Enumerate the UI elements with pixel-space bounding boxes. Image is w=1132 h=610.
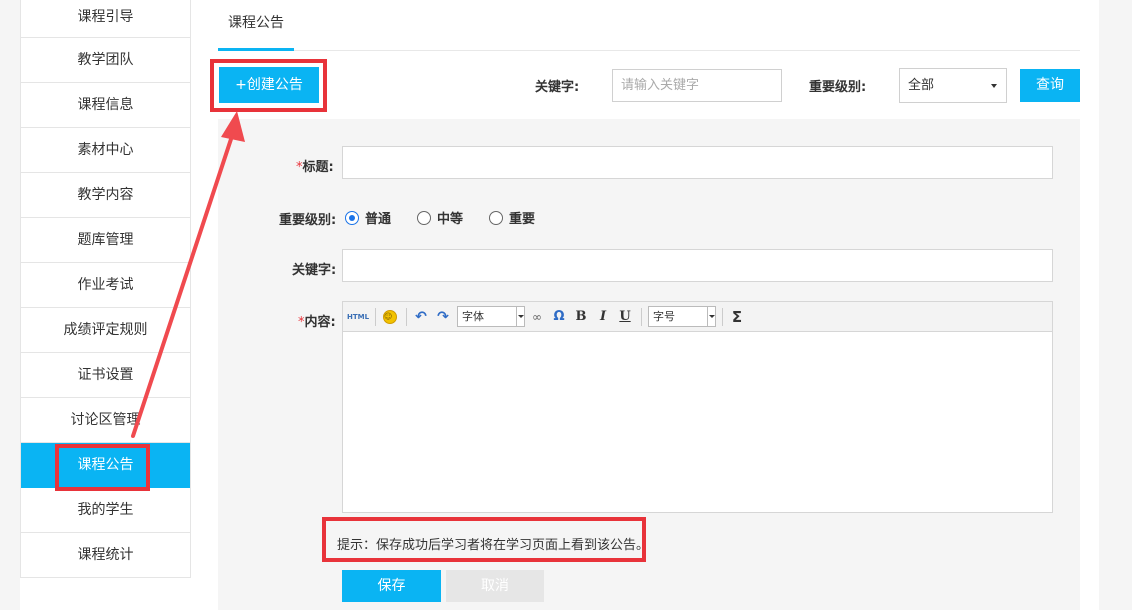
sidebar-item-teaching-team[interactable]: 教学团队 (21, 38, 190, 83)
emoji-icon: ☺ (383, 309, 397, 324)
create-announcement-button[interactable]: +创建公告 (219, 67, 319, 103)
sidebar-item-label: 成绩评定规则 (63, 322, 148, 338)
sidebar-item-course-guide[interactable]: 课程引导 (21, 0, 190, 38)
sidebar-item-label: 课程引导 (77, 9, 134, 25)
sidebar-item-label: 题库管理 (77, 232, 134, 248)
sidebar-item-teaching-content[interactable]: 教学内容 (21, 173, 190, 218)
hint-text: 提示：保存成功后学习者将在学习页面上看到该公告。 (337, 538, 650, 553)
font-size-select[interactable]: 字号 (648, 306, 716, 327)
sidebar-item-label: 素材中心 (77, 142, 134, 158)
sidebar-item-my-students[interactable]: 我的学生 (21, 488, 190, 533)
sidebar-item-label: 作业考试 (77, 277, 134, 293)
editor-toolbar: HTML ☺ ↶ ↷ 字体 ∞ Ω B I U 字号 Σ (343, 302, 1052, 332)
title-label: *标题: (296, 160, 334, 175)
sidebar-item-discussion[interactable]: 讨论区管理 (21, 398, 190, 443)
toolbar-divider (375, 307, 376, 326)
toolbar-divider (641, 307, 642, 326)
toolbar-divider (406, 307, 407, 326)
sidebar-item-label: 讨论区管理 (70, 412, 141, 428)
content-label: *内容: (298, 315, 336, 330)
font-family-select[interactable]: 字体 (457, 306, 525, 327)
rich-text-editor: HTML ☺ ↶ ↷ 字体 ∞ Ω B I U 字号 Σ (342, 301, 1053, 513)
sidebar-item-certificate[interactable]: 证书设置 (21, 353, 190, 398)
keyword-search-input[interactable] (612, 69, 782, 102)
sidebar-item-label: 教学内容 (77, 187, 134, 203)
sidebar-item-label: 课程信息 (77, 97, 134, 113)
tab-announcements[interactable]: 课程公告 (218, 0, 294, 51)
sidebar: 课程引导 教学团队 课程信息 素材中心 教学内容 题库管理 作业考试 成绩评定规… (20, 0, 191, 578)
radio-checked-icon (345, 210, 359, 225)
sidebar-item-grading-rules[interactable]: 成绩评定规则 (21, 308, 190, 353)
sidebar-item-course-stats[interactable]: 课程统计 (21, 533, 190, 578)
redo-icon[interactable]: ↷ (433, 307, 453, 327)
radio-important[interactable]: 重要 (489, 208, 535, 227)
importance-label: 重要级别: (279, 213, 337, 228)
importance-radio-group: 普通 中等 重要 (345, 208, 561, 227)
sidebar-item-course-info[interactable]: 课程信息 (21, 83, 190, 128)
special-char-icon[interactable]: Ω (549, 307, 569, 327)
cancel-button[interactable]: 取消 (446, 570, 544, 602)
title-input[interactable] (342, 146, 1053, 179)
radio-normal[interactable]: 普通 (345, 208, 391, 227)
editor-body[interactable] (343, 332, 1052, 512)
sidebar-item-label: 课程统计 (77, 547, 134, 563)
sidebar-item-question-bank[interactable]: 题库管理 (21, 218, 190, 263)
toolbar-divider (722, 307, 723, 326)
link-icon[interactable]: ∞ (527, 307, 547, 327)
keyword-field-label: 关键字: (292, 263, 337, 278)
keyword-field-input[interactable] (342, 249, 1053, 282)
level-filter-label: 重要级别: (809, 80, 867, 95)
sidebar-item-homework-exam[interactable]: 作业考试 (21, 263, 190, 308)
emoji-button[interactable]: ☺ (380, 307, 400, 327)
caret-down-icon (991, 84, 997, 88)
underline-icon[interactable]: U (615, 307, 635, 327)
sidebar-item-material-center[interactable]: 素材中心 (21, 128, 190, 173)
sidebar-item-announcements[interactable]: 课程公告 (21, 443, 190, 488)
italic-icon[interactable]: I (593, 307, 613, 327)
save-button[interactable]: 保存 (342, 570, 441, 602)
sidebar-item-label: 课程公告 (77, 457, 134, 473)
page: 课程引导 教学团队 课程信息 素材中心 教学内容 题库管理 作业考试 成绩评定规… (0, 0, 1132, 610)
radio-unchecked-icon (489, 210, 504, 225)
undo-icon[interactable]: ↶ (411, 307, 431, 327)
dropdown-arrow-icon (516, 307, 524, 326)
sidebar-item-label: 证书设置 (77, 367, 134, 383)
keyword-label: 关键字: (535, 80, 580, 95)
query-button[interactable]: 查询 (1020, 69, 1080, 102)
formula-icon[interactable]: Σ (727, 307, 747, 327)
sidebar-item-label: 我的学生 (77, 502, 134, 518)
dropdown-arrow-icon (707, 307, 715, 326)
level-filter-value: 全部 (908, 78, 935, 93)
html-source-icon[interactable]: HTML (347, 307, 369, 327)
sidebar-item-label: 教学团队 (77, 52, 134, 68)
level-filter-select[interactable]: 全部 (899, 68, 1007, 103)
tab-bar: 课程公告 (218, 0, 1080, 51)
bold-icon[interactable]: B (571, 307, 591, 327)
radio-unchecked-icon (417, 210, 432, 225)
radio-medium[interactable]: 中等 (417, 208, 463, 227)
